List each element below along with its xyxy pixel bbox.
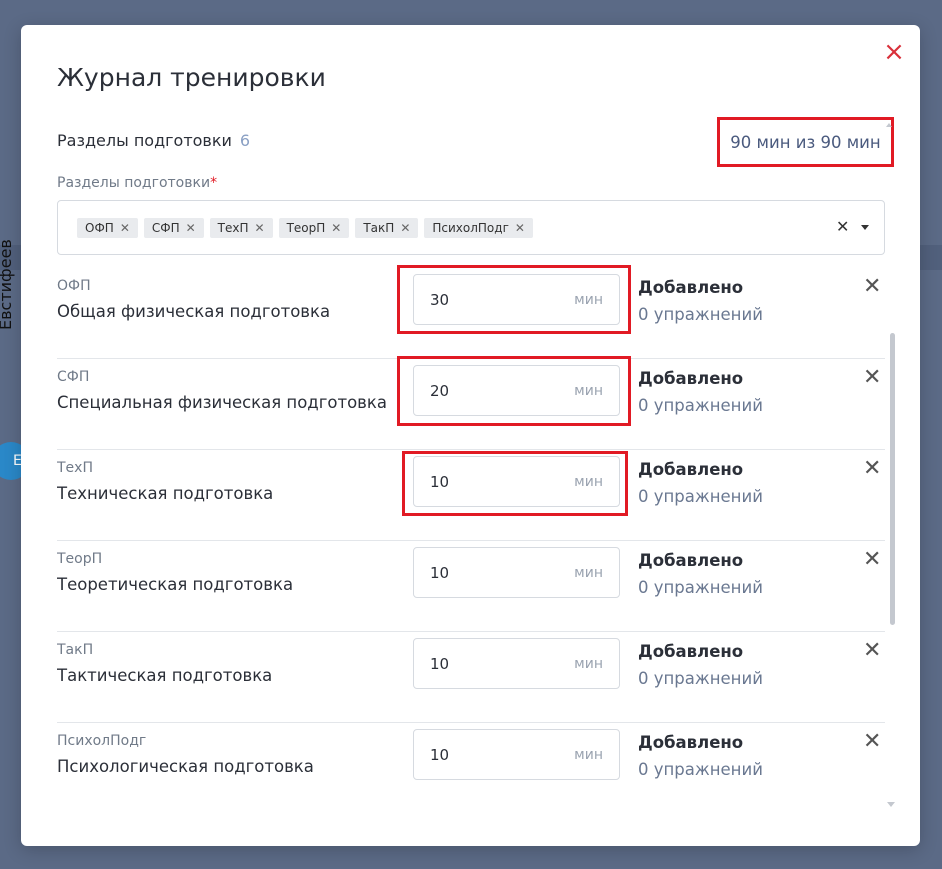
tag-remove-icon[interactable]: ✕ [400,221,410,235]
close-icon[interactable]: ✕ [863,365,881,390]
background-athlete-name: Евстифеев [0,239,15,330]
clear-icon[interactable]: ✕ [836,217,849,236]
added-count: 0 упражнений [638,669,763,688]
added-title: Добавлено [638,733,744,752]
training-log-modal: Журнал тренировки × Разделы подготовки 6 … [21,25,920,846]
close-icon[interactable]: ✕ [863,456,881,481]
sections-list: ОФП Общая физическая подготовка 30 мин Д… [57,268,885,838]
total-time: 90 мин из 90 мин [717,117,894,167]
section-short-name: ТеорП [57,551,103,567]
section-full-name: Техническая подготовка [57,484,274,503]
added-count: 0 упражнений [638,487,763,506]
close-icon[interactable]: ✕ [863,638,881,663]
minutes-unit: мин [574,291,603,308]
sections-multiselect[interactable]: ОФП ✕ СФП ✕ ТехП ✕ ТеорП ✕ ТакП ✕ ПсихолПодг ✕… [57,200,885,255]
section-short-name: ПсихолПодг [57,733,147,749]
close-icon[interactable]: ✕ [863,547,881,572]
tag-label: ТеорП [286,221,326,235]
minutes-unit: мин [574,382,603,399]
selected-tags: ОФП ✕ СФП ✕ ТехП ✕ ТеорП ✕ ТакП ✕ ПсихолПодг ✕ [77,218,533,238]
added-title: Добавлено [638,551,744,570]
list-item: ТехП Техническая подготовка 10 мин Добав… [57,450,885,541]
minutes-input[interactable]: 10 мин [413,456,620,507]
sections-select-label: Разделы подготовки* [57,175,217,191]
tag: ПсихолПодг ✕ [424,218,533,238]
minutes-input[interactable]: 10 мин [413,638,620,689]
close-icon[interactable]: × [883,39,905,65]
list-item: ПсихолПодг Психологическая подготовка 10… [57,723,885,814]
minutes-unit: мин [574,746,603,763]
sections-label: Разделы подготовки [57,131,232,150]
scroll-down-icon[interactable] [887,802,895,807]
minutes-input[interactable]: 30 мин [413,274,620,325]
tag-remove-icon[interactable]: ✕ [120,221,130,235]
added-count: 0 упражнений [638,305,763,324]
tag-remove-icon[interactable]: ✕ [515,221,525,235]
tag-remove-icon[interactable]: ✕ [255,221,265,235]
tag: ОФП ✕ [77,218,138,238]
modal-title: Журнал тренировки [57,63,326,92]
minutes-unit: мин [574,564,603,581]
tag-label: СФП [151,221,180,235]
section-full-name: Психологическая подготовка [57,757,314,776]
required-mark: * [210,175,218,191]
added-count: 0 упражнений [638,760,763,779]
minutes-input[interactable]: 10 мин [413,547,620,598]
minutes-input[interactable]: 10 мин [413,729,620,780]
added-title: Добавлено [638,278,744,297]
section-short-name: ТакП [57,642,94,658]
close-icon[interactable]: ✕ [863,274,881,299]
chevron-down-icon[interactable] [861,225,869,230]
tag-label: ПсихолПодг [432,221,509,235]
minutes-value: 10 [430,563,450,582]
list-item: СФП Специальная физическая подготовка 20… [57,359,885,450]
minutes-value: 10 [430,472,450,491]
section-full-name: Теоретическая подготовка [57,575,294,594]
section-short-name: ТехП [57,460,93,476]
minutes-unit: мин [574,473,603,490]
added-title: Добавлено [638,369,744,388]
tag: ТехП ✕ [209,218,273,238]
minutes-value: 10 [430,654,450,673]
minutes-value: 30 [430,290,450,309]
list-item: ТеорП Теоретическая подготовка 10 мин До… [57,541,885,632]
added-count: 0 упражнений [638,578,763,597]
section-full-name: Общая физическая подготовка [57,302,331,321]
tag-label: ТакП [363,221,395,235]
minutes-value: 10 [430,745,450,764]
tag-remove-icon[interactable]: ✕ [186,221,196,235]
added-count: 0 упражнений [638,396,763,415]
scroll-up-icon[interactable] [886,123,892,127]
added-title: Добавлено [638,460,744,479]
sections-count: 6 [239,131,251,150]
tag-label: ОФП [85,221,114,235]
section-full-name: Специальная физическая подготовка [57,393,387,412]
close-icon[interactable]: ✕ [863,729,881,754]
tag-remove-icon[interactable]: ✕ [331,221,341,235]
added-title: Добавлено [638,642,744,661]
minutes-input[interactable]: 20 мин [413,365,620,416]
select-label-text: Разделы подготовки [57,175,211,191]
tag: ТакП ✕ [355,218,419,238]
sections-summary: Разделы подготовки 6 [57,131,250,150]
tag-label: ТехП [217,221,249,235]
minutes-value: 20 [430,381,450,400]
tag: ТеорП ✕ [278,218,350,238]
list-item: ОФП Общая физическая подготовка 30 мин Д… [57,268,885,359]
section-short-name: ОФП [57,278,91,294]
scrollbar[interactable] [890,333,895,625]
list-item: ТакП Тактическая подготовка 10 мин Добав… [57,632,885,723]
section-short-name: СФП [57,369,90,385]
section-full-name: Тактическая подготовка [57,666,273,685]
tag: СФП ✕ [143,218,204,238]
minutes-unit: мин [574,655,603,672]
